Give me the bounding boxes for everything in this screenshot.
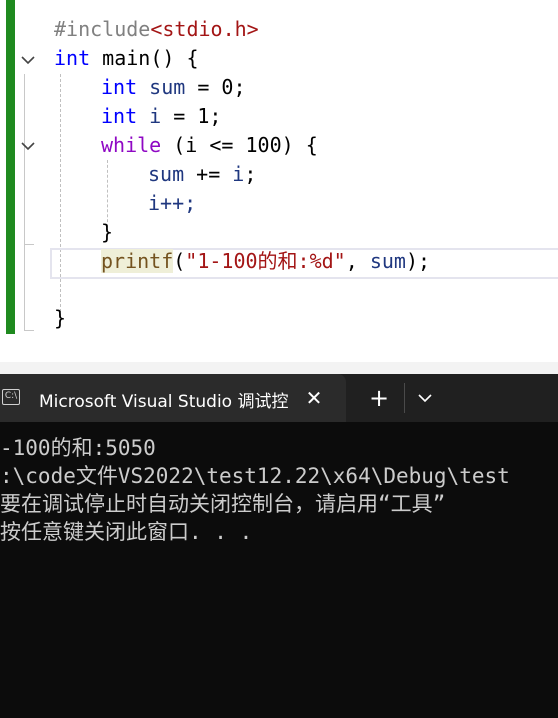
console-tab[interactable]: C:\ Microsoft Visual Studio 调试控 ✕ <box>0 374 346 422</box>
code-line-4: int i = 1; <box>101 102 221 131</box>
close-tab-button[interactable]: ✕ <box>302 386 326 410</box>
fold-end-tick <box>24 244 34 245</box>
collapse-main-chevron-icon[interactable] <box>20 52 36 68</box>
code-text: (i <= 100) { <box>161 133 318 157</box>
chevron-down-icon[interactable] <box>414 386 436 410</box>
window-divider <box>0 362 558 374</box>
include-header: <stdio.h> <box>150 17 259 41</box>
fold-end-tick <box>24 330 34 331</box>
code-text: ( <box>173 249 186 273</box>
console-output-line: :\code文件VS2022\test12.22\x64\Debug\test <box>0 464 510 488</box>
code-text: = 0; <box>185 75 246 99</box>
console-output-line: -100的和:5050 <box>0 436 156 460</box>
terminal-icon: C:\ <box>2 389 20 405</box>
change-indicator-bar <box>6 0 15 334</box>
code-line-2: int main() { <box>54 44 199 73</box>
keyword: int <box>101 104 138 128</box>
variable: sum <box>369 249 406 273</box>
code-line-3: int sum = 0; <box>101 73 246 102</box>
console-output-line: 要在调试停止时自动关闭控制台，请启用“工具” <box>0 492 446 516</box>
keyword: int <box>101 75 138 99</box>
fold-guide-line <box>24 74 25 330</box>
new-tab-button[interactable]: + <box>366 385 392 411</box>
operator: += <box>184 162 233 186</box>
code-line-10: } <box>54 306 67 330</box>
variable: sum <box>148 162 185 186</box>
code-line-9: printf("1-100的和:%d", sum); <box>101 247 430 276</box>
code-editor[interactable]: #include<stdio.h> int main() { int sum =… <box>0 0 558 362</box>
code-line-6: sum += i; <box>148 160 256 189</box>
function-name: printf <box>101 249 174 273</box>
keyword: while <box>101 133 162 157</box>
code-line-8: } <box>101 220 114 244</box>
variable: i <box>137 104 162 128</box>
variable: sum <box>137 75 186 99</box>
code-line-7: i++; <box>148 191 197 215</box>
code-text: ); <box>405 249 431 273</box>
code-text: = 1; <box>161 104 222 128</box>
tab-separator <box>404 383 405 413</box>
tab-strip: C:\ Microsoft Visual Studio 调试控 ✕ + <box>0 374 558 422</box>
indent-guide <box>60 74 61 322</box>
code-text: , <box>345 249 370 273</box>
code-line-5: while (i <= 100) { <box>101 131 318 160</box>
console-output-line: 按任意键关闭此窗口. . . <box>0 520 253 544</box>
code-text: ; <box>244 162 257 186</box>
tab-title: Microsoft Visual Studio 调试控 <box>39 392 289 412</box>
code-text: main() { <box>90 46 199 70</box>
string-literal: "1-100的和:%d" <box>185 249 346 273</box>
preprocessor-directive: #include <box>54 17 151 41</box>
variable: i <box>232 162 245 186</box>
debug-console-window[interactable]: C:\ Microsoft Visual Studio 调试控 ✕ + -100… <box>0 374 558 718</box>
keyword: int <box>54 46 91 70</box>
code-line-1: #include<stdio.h> <box>54 15 259 44</box>
collapse-while-chevron-icon[interactable] <box>20 138 36 154</box>
